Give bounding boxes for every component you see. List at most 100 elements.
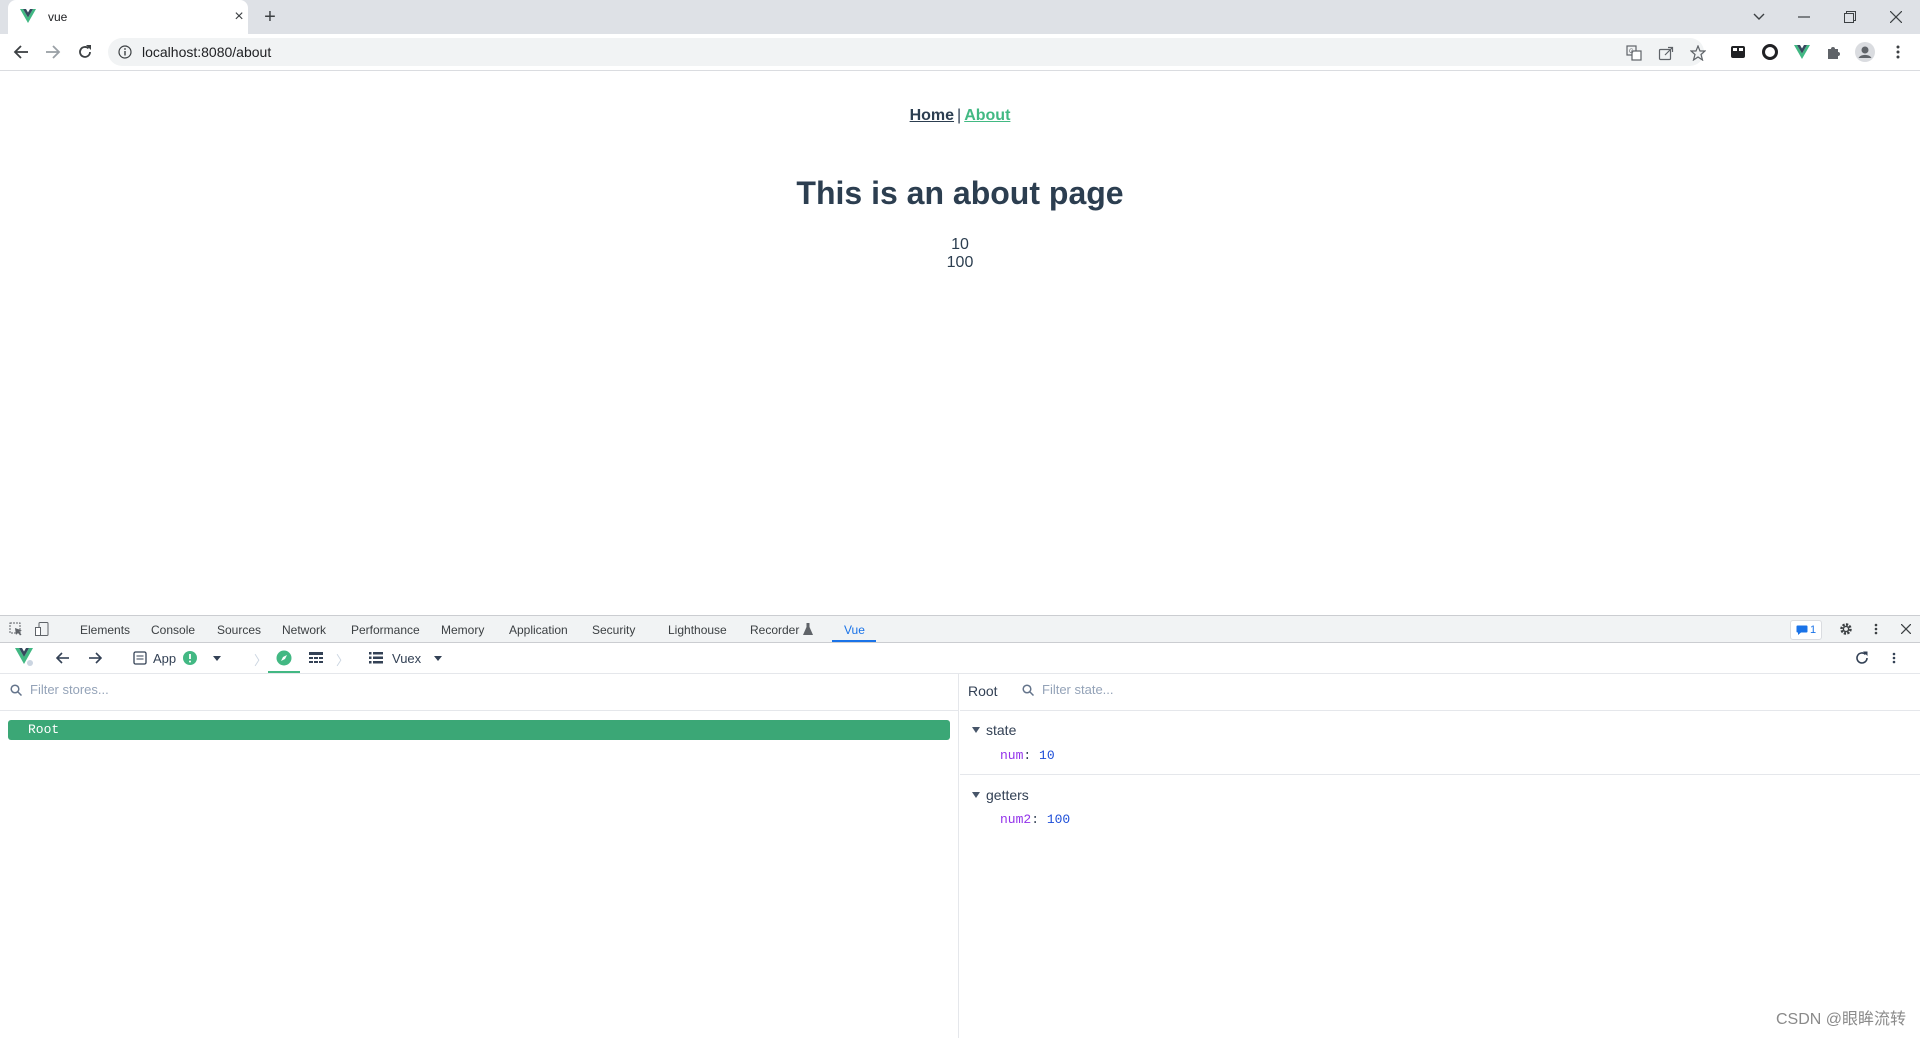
breadcrumb-chevron-icon: 〉 <box>254 653 268 668</box>
vue-active-tool-indicator <box>268 671 300 673</box>
divider <box>0 710 958 711</box>
state-section-label: state <box>986 722 1017 738</box>
getter-value: 100 <box>1046 812 1071 827</box>
timeline-icon[interactable] <box>308 650 324 666</box>
devtools-tab-lighthouse[interactable]: Lighthouse <box>668 623 727 637</box>
history-back-icon[interactable] <box>56 650 70 666</box>
extension-icon[interactable] <box>1728 42 1748 62</box>
extensions-puzzle-icon[interactable] <box>1824 42 1844 62</box>
bookmark-star-icon[interactable] <box>1690 45 1706 61</box>
minimize-icon[interactable] <box>1790 5 1818 29</box>
devtools-settings-gear-icon[interactable] <box>1838 621 1854 637</box>
filter-state-input[interactable]: Filter state... <box>1022 682 1114 697</box>
inspect-element-icon[interactable] <box>8 621 24 637</box>
devtools-tab-vue[interactable]: Vue <box>844 623 865 637</box>
page-viewport: Home | About This is an about page 10 100 <box>0 71 1920 615</box>
vue-logo-icon <box>20 9 36 23</box>
app-status-badge-icon <box>183 651 198 665</box>
site-info-icon[interactable] <box>118 45 132 59</box>
history-forward-icon[interactable] <box>88 650 102 666</box>
getters-section-label: getters <box>986 787 1029 803</box>
state-key: num <box>1000 748 1024 763</box>
devtools-tab-console[interactable]: Console <box>151 623 195 637</box>
caret-down-icon <box>972 727 980 733</box>
divider <box>960 710 1920 711</box>
state-section-toggle[interactable]: state <box>972 722 1016 738</box>
breadcrumb-chevron-icon: 〉 <box>336 653 350 668</box>
app-label: App <box>153 650 177 666</box>
vuex-list-icon <box>369 652 383 664</box>
inspector-selector[interactable]: Vuex <box>368 650 445 666</box>
new-tab-button[interactable]: + <box>258 6 282 30</box>
state-num-value: 10 <box>951 236 969 253</box>
profile-avatar-icon[interactable] <box>1855 42 1875 62</box>
search-icon <box>1022 683 1034 696</box>
back-icon[interactable] <box>9 40 33 64</box>
nav-home-link[interactable]: Home <box>910 107 954 124</box>
address-bar[interactable]: localhost:8080/about G <box>108 38 1706 66</box>
vuex-label: Vuex <box>392 650 422 666</box>
svg-text:G: G <box>1629 49 1634 55</box>
filter-stores-input[interactable]: Filter stores... <box>10 682 109 697</box>
inspector-title: Root <box>968 683 998 699</box>
devtools-tab-application[interactable]: Application <box>509 623 568 637</box>
tab-title: vue <box>48 10 68 24</box>
app-window-icon <box>133 651 147 665</box>
getter-key: num2 <box>1000 812 1032 827</box>
state-inspector-pane: Root Filter state... state num: 10 gette… <box>960 674 1920 1038</box>
getter-item-num2[interactable]: num2: 100 <box>1000 812 1070 827</box>
forward-icon[interactable] <box>41 40 65 64</box>
devtools-tab-elements[interactable]: Elements <box>80 623 130 637</box>
tab-close-icon[interactable]: × <box>230 8 248 26</box>
browser-toolbar: localhost:8080/about G <box>0 34 1920 71</box>
issue-message-icon <box>1796 625 1808 635</box>
state-item-num[interactable]: num: 10 <box>1000 748 1055 763</box>
vue-devtools-toolbar: App 〉 〉 Vuex <box>0 643 1920 674</box>
page-heading: This is an about page <box>796 175 1124 211</box>
devtools-tab-bar: Elements Console Sources Network Perform… <box>0 616 1920 643</box>
chevron-down-icon <box>434 656 443 661</box>
url-text: localhost:8080/about <box>142 44 272 60</box>
chevron-down-icon <box>213 656 222 661</box>
getter-num2-value: 100 <box>946 254 974 271</box>
devtools-tab-security[interactable]: Security <box>592 623 635 637</box>
store-row-root[interactable]: Root <box>8 720 950 740</box>
nav-separator: | <box>957 107 962 124</box>
issues-badge[interactable]: 1 <box>1790 620 1822 640</box>
caret-down-icon <box>972 792 980 798</box>
watermark: CSDN @眼眸流转 <box>1775 1011 1906 1028</box>
devtools-tab-sources[interactable]: Sources <box>217 623 261 637</box>
devtools-tab-memory[interactable]: Memory <box>441 623 484 637</box>
reload-icon[interactable] <box>73 40 97 64</box>
restore-icon[interactable] <box>1836 5 1864 29</box>
vue-devtools-logo-icon[interactable] <box>14 648 34 666</box>
vue-devtools-extension-icon[interactable] <box>1792 42 1812 62</box>
recorder-flask-icon <box>800 621 816 637</box>
search-icon <box>10 683 22 696</box>
browser-menu-icon[interactable] <box>1888 42 1908 62</box>
components-compass-icon[interactable] <box>276 650 292 666</box>
getters-section-toggle[interactable]: getters <box>972 787 1029 803</box>
vue-more-icon[interactable] <box>1892 650 1896 666</box>
app-selector[interactable]: App <box>133 650 224 666</box>
browser-tab[interactable]: vue × <box>8 0 248 34</box>
share-icon[interactable] <box>1658 45 1674 61</box>
divider <box>960 774 1920 775</box>
devtools-close-icon[interactable] <box>1898 621 1914 637</box>
active-tab-indicator <box>832 640 876 642</box>
device-toolbar-icon[interactable] <box>34 621 50 637</box>
filter-stores-placeholder: Filter stores... <box>30 682 109 697</box>
devtools-tab-performance[interactable]: Performance <box>351 623 420 637</box>
stores-pane: Filter stores... Root <box>0 674 959 1038</box>
translate-icon[interactable]: G <box>1626 45 1642 61</box>
state-value: 10 <box>1039 748 1055 763</box>
tab-search-icon[interactable] <box>1745 5 1773 29</box>
refresh-icon[interactable] <box>1855 650 1869 666</box>
circle-extension-icon[interactable] <box>1760 42 1780 62</box>
filter-state-placeholder: Filter state... <box>1042 682 1114 697</box>
devtools-tab-recorder[interactable]: Recorder <box>750 623 799 637</box>
close-window-icon[interactable] <box>1882 5 1910 29</box>
nav-about-link[interactable]: About <box>964 107 1010 124</box>
devtools-more-icon[interactable] <box>1868 621 1884 637</box>
devtools-tab-network[interactable]: Network <box>282 623 326 637</box>
